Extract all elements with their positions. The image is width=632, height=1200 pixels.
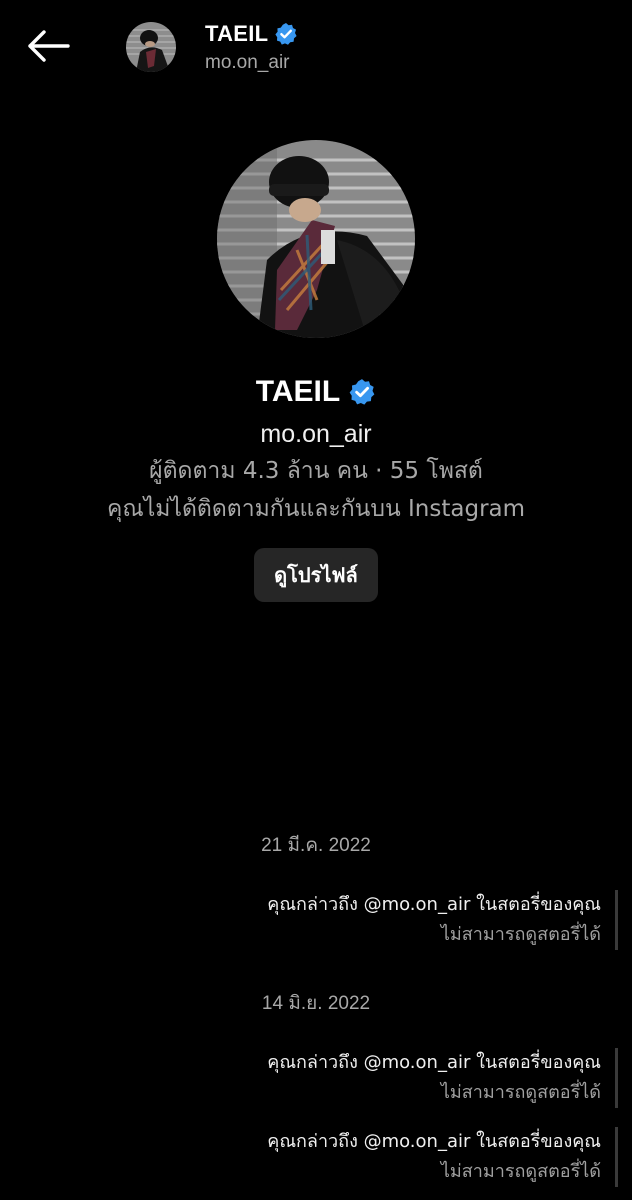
chat-header: TAEIL mo.on_air (0, 0, 632, 96)
mutual-follow-note: คุณไม่ได้ติดตามกันและกันบน Instagram (106, 496, 526, 522)
header-username: mo.on_air (205, 52, 290, 73)
back-button[interactable] (22, 22, 74, 70)
profile-name: TAEIL (255, 375, 341, 408)
story-mention-message[interactable]: คุณกล่าวถึง @mo.on_air ในสตอรี่ของคุณ ไม… (181, 890, 618, 950)
header-name: TAEIL (205, 21, 269, 46)
view-profile-button[interactable]: ดูโปรไฟล์ (254, 548, 378, 602)
profile-username: mo.on_air (260, 420, 372, 448)
message-subtext: ไม่สามารถดูสตอรี่ได้ (440, 1161, 601, 1182)
profile-stats: ผู้ติดตาม 4.3 ล้าน คน · 55 โพสต์ (149, 458, 483, 484)
message-text: คุณกล่าวถึง @mo.on_air ในสตอรี่ของคุณ (267, 1052, 601, 1073)
message-text: คุณกล่าวถึง @mo.on_air ในสตอรี่ของคุณ (267, 894, 601, 915)
verified-badge-icon (275, 23, 298, 45)
verified-badge-icon (349, 379, 375, 405)
profile-avatar[interactable] (217, 140, 415, 338)
header-title[interactable]: TAEIL mo.on_air (205, 18, 298, 74)
avatar-photo (126, 22, 176, 72)
profile-photo (217, 140, 415, 338)
message-subtext: ไม่สามารถดูสตอรี่ได้ (440, 924, 601, 945)
date-separator: 21 มี.ค. 2022 (261, 835, 371, 856)
message-subtext: ไม่สามารถดูสตอรี่ได้ (440, 1082, 601, 1103)
story-mention-message[interactable]: คุณกล่าวถึง @mo.on_air ในสตอรี่ของคุณ ไม… (181, 1127, 618, 1187)
header-avatar[interactable] (126, 22, 176, 72)
date-separator: 14 มิ.ย. 2022 (261, 993, 371, 1014)
dm-thread-screen: TAEIL mo.on_air TAEIL mo.on_air ผู้ติดตา… (0, 0, 632, 1200)
message-text: คุณกล่าวถึง @mo.on_air ในสตอรี่ของคุณ (267, 1131, 601, 1152)
profile-card: TAEIL mo.on_air ผู้ติดตาม 4.3 ล้าน คน · … (0, 140, 632, 602)
story-mention-message[interactable]: คุณกล่าวถึง @mo.on_air ในสตอรี่ของคุณ ไม… (181, 1048, 618, 1108)
arrow-left-icon (28, 30, 70, 62)
